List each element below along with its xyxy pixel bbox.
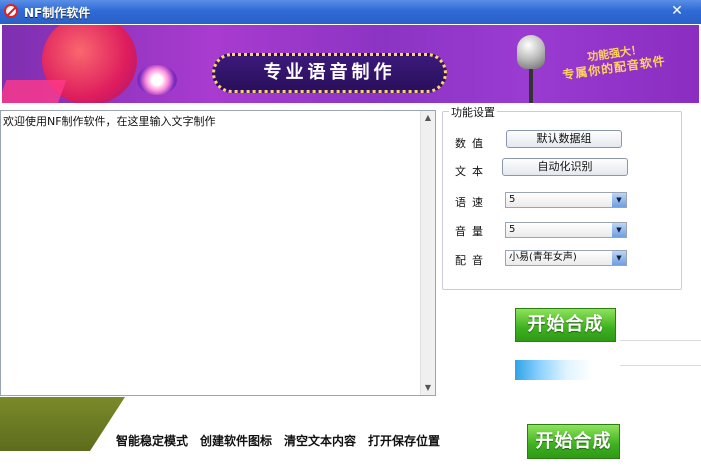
open-save-location-link[interactable]: 打开保存位置 [368, 432, 440, 449]
stable-mode-link[interactable]: 智能稳定模式 [116, 432, 188, 449]
text-input-area[interactable]: 欢迎使用NF制作软件，在这里输入文字制作 ▲ ▼ [0, 110, 436, 396]
value-label: 数值 [455, 137, 489, 150]
clear-text-link[interactable]: 清空文本内容 [284, 432, 356, 449]
microphone-stand [529, 69, 533, 103]
speed-label: 语速 [455, 196, 489, 209]
brand-logo [515, 360, 592, 380]
start-synthesis-button-bottom[interactable]: 开始合成 [527, 424, 620, 459]
decor-ribbon [2, 80, 67, 103]
chevron-down-icon[interactable]: ▼ [612, 223, 626, 237]
decor-eye-icon [137, 65, 177, 95]
scroll-up-icon[interactable]: ▲ [421, 111, 435, 125]
voice-value: 小易(青年女声) [509, 252, 577, 263]
volume-select[interactable]: 5 ▼ [505, 222, 627, 238]
default-data-button[interactable]: 默认数据组 [506, 130, 622, 148]
divider [620, 340, 701, 341]
text-label: 文本 [455, 165, 489, 178]
voice-select[interactable]: 小易(青年女声) ▼ [505, 250, 627, 266]
volume-value: 5 [509, 224, 516, 235]
banner: 专业语音制作 功能强大！ 专属你的配音软件 [2, 25, 699, 103]
title-bar: NF制作软件 ✕ [0, 0, 701, 24]
auto-recognize-button[interactable]: 自动化识别 [502, 158, 628, 176]
vertical-scrollbar[interactable]: ▲ ▼ [420, 111, 435, 395]
editor-text[interactable]: 欢迎使用NF制作软件，在这里输入文字制作 [3, 113, 216, 129]
window-title: NF制作软件 [24, 6, 91, 20]
bottom-decor [0, 397, 125, 451]
voice-label: 配音 [455, 254, 489, 267]
speed-value: 5 [509, 194, 516, 205]
settings-group: 功能设置 数值 默认数据组 文本 自动化识别 语速 5 ▼ 音量 5 ▼ 配音 … [442, 104, 682, 290]
speed-select[interactable]: 5 ▼ [505, 192, 627, 208]
microphone-icon [517, 35, 545, 69]
settings-legend: 功能设置 [449, 104, 497, 120]
create-icon-link[interactable]: 创建软件图标 [200, 432, 272, 449]
chevron-down-icon[interactable]: ▼ [612, 193, 626, 207]
app-icon [4, 4, 18, 18]
close-button[interactable]: ✕ [667, 2, 687, 20]
banner-headline: 专业语音制作 [212, 53, 447, 93]
chevron-down-icon[interactable]: ▼ [612, 251, 626, 265]
divider [620, 365, 701, 366]
scroll-down-icon[interactable]: ▼ [421, 381, 435, 395]
start-synthesis-button[interactable]: 开始合成 [515, 308, 616, 342]
volume-label: 音量 [455, 225, 489, 238]
